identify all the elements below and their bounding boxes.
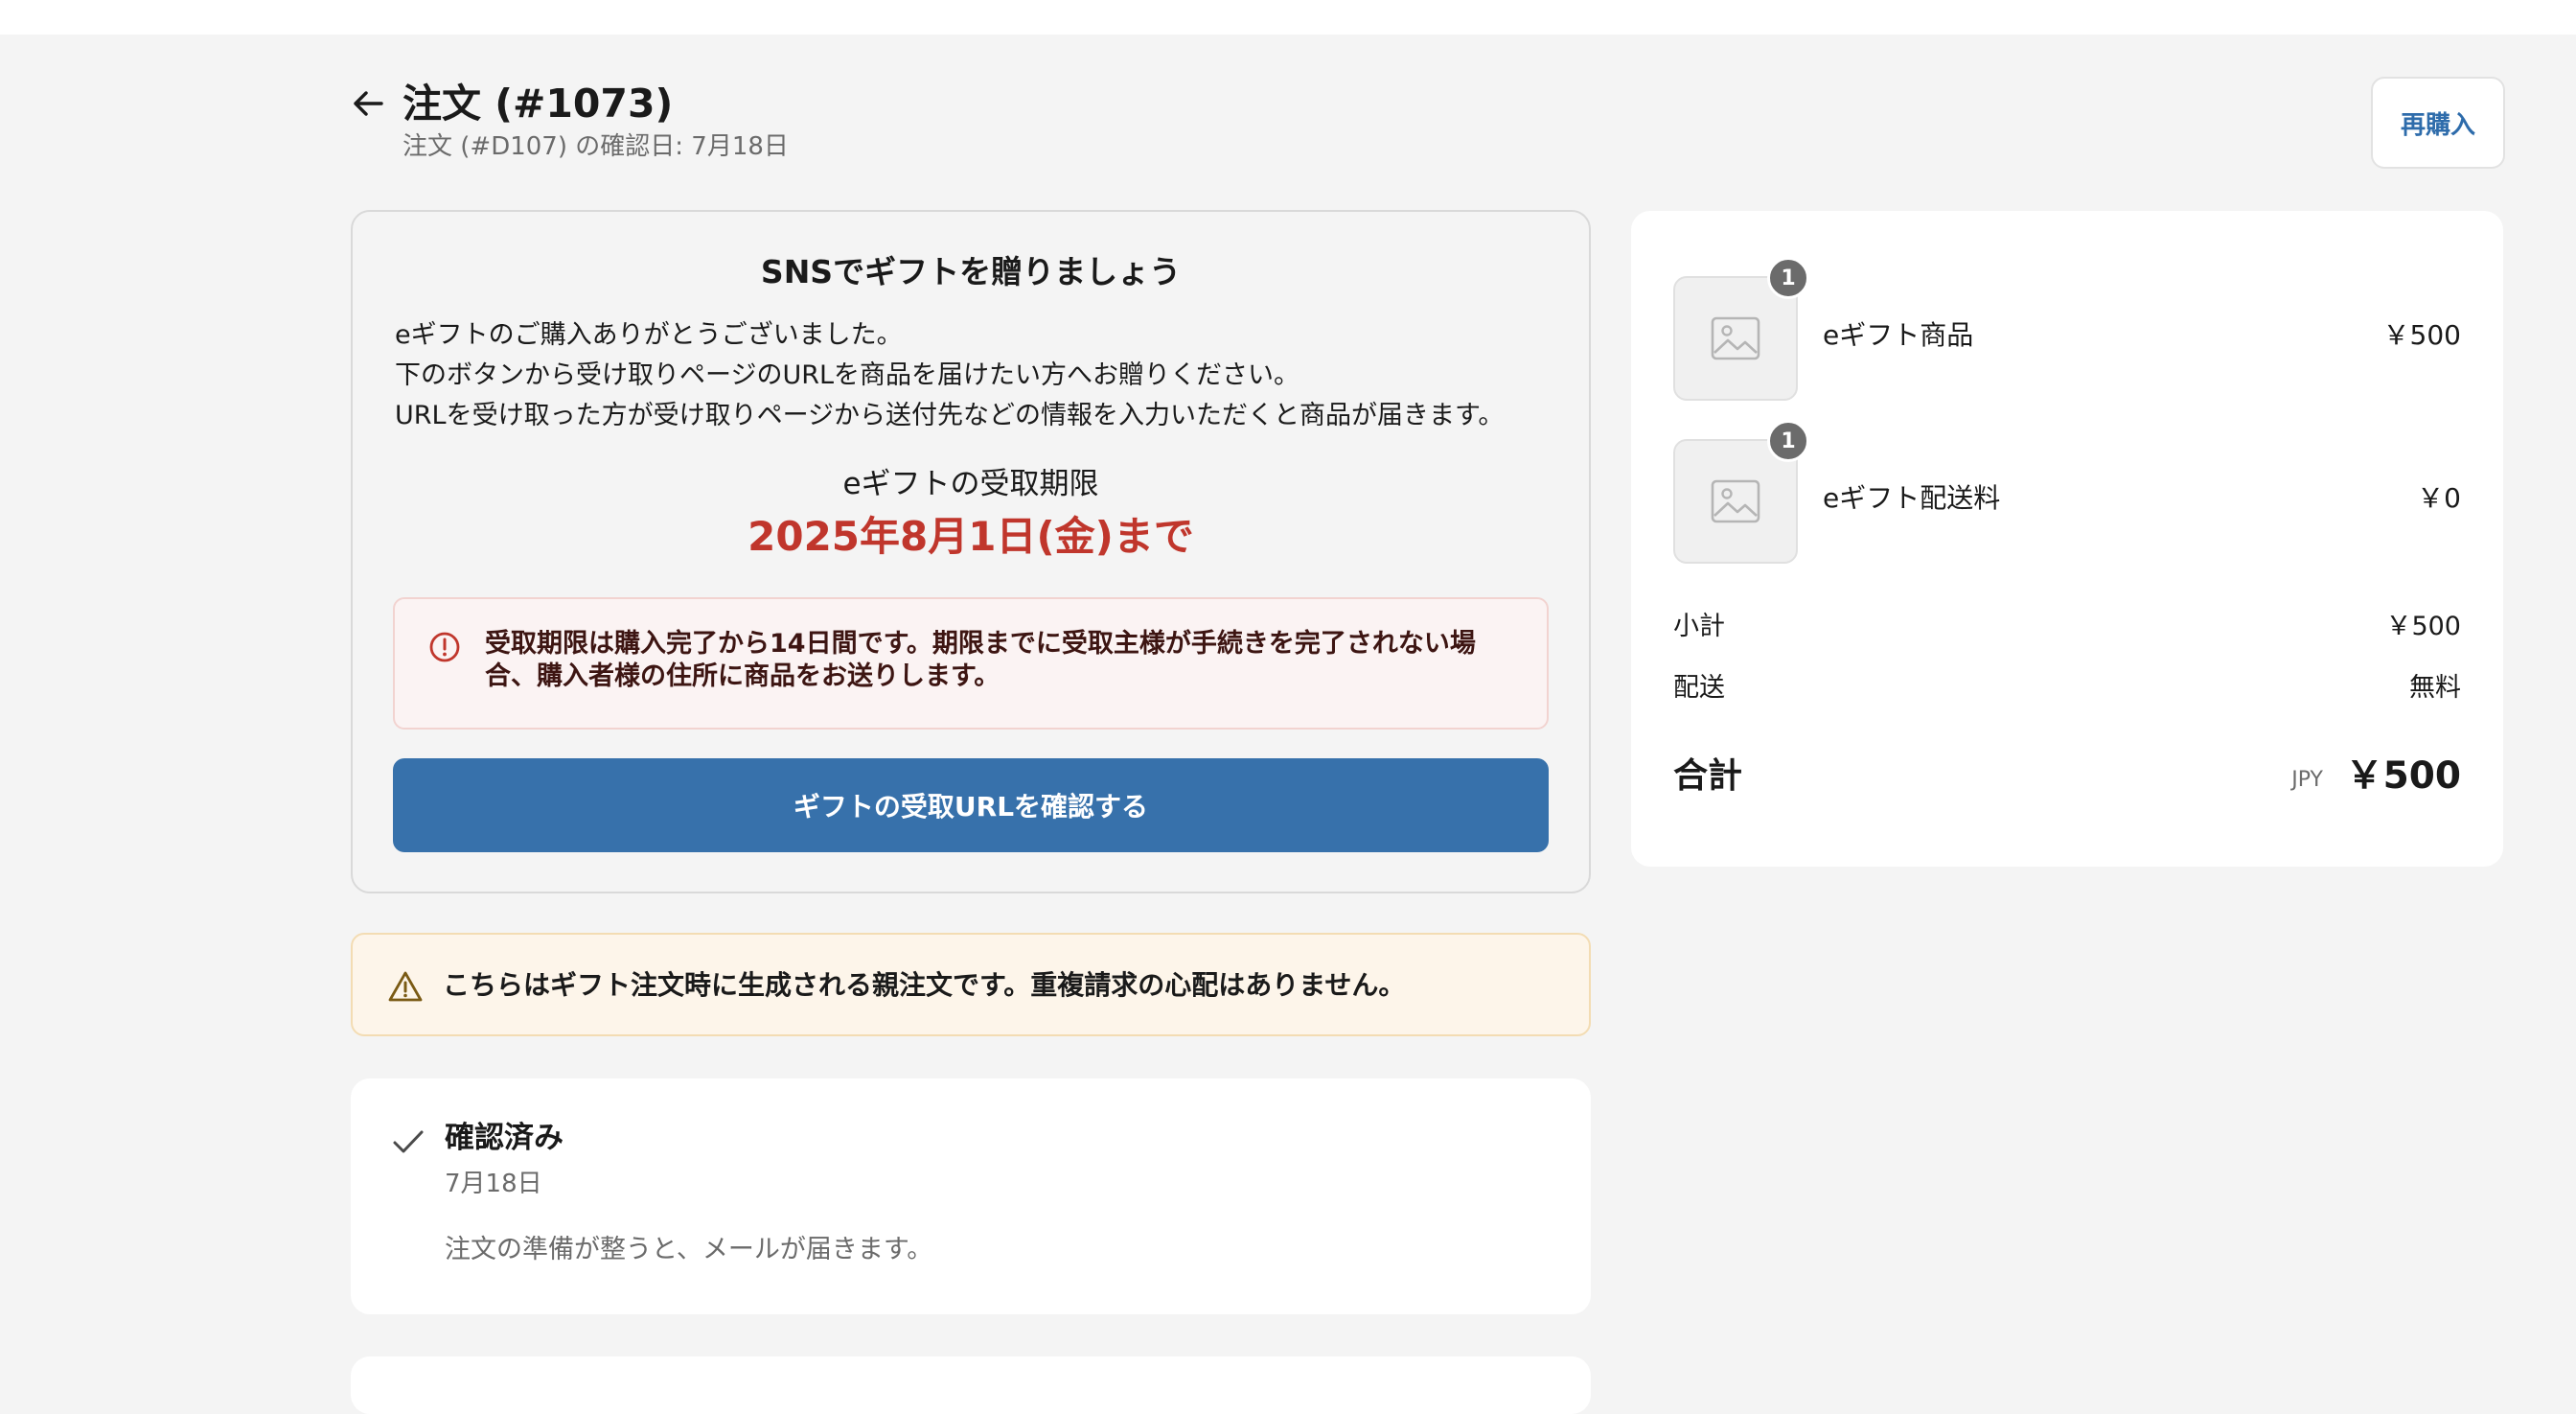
parent-order-notice: こちらはギフト注文時に生成される親注文です。重複請求の心配はありません。 (351, 933, 1591, 1036)
order-summary-card: 1 eギフト商品 ￥500 1 eギフト配送料 ￥0 小計 ￥500 配送 無料… (1631, 211, 2503, 867)
shipping-row: 配送 無料 (1673, 669, 2461, 707)
gift-url-button[interactable]: ギフトの受取URLを確認する (393, 758, 1549, 852)
gift-description-line: eギフトのご購入ありがとうございました。 (395, 320, 903, 350)
subtotal-row: 小計 ￥500 (1673, 608, 2461, 646)
gift-description: eギフトのご購入ありがとうございました。 下のボタンから受け取りページのURLを… (395, 315, 1564, 436)
top-bar (0, 0, 2576, 35)
next-card (351, 1356, 1591, 1414)
gift-card: SNSでギフトを贈りましょう eギフトのご購入ありがとうございました。 下のボタ… (351, 210, 1591, 893)
gift-description-line: 下のボタンから受け取りページのURLを商品を届けたい方へお贈りください。 (395, 360, 1300, 390)
item-price: ￥500 (2382, 319, 2461, 351)
rebuy-button[interactable]: 再購入 (2371, 77, 2505, 169)
deadline-notice-text: 受取期限は購入完了から14日間です。期限までに受取主様が手続きを完了されない場合… (485, 629, 1476, 691)
gift-description-line: URLを受け取った方が受け取りページから送付先などの情報を入力いただくと商品が届… (395, 401, 1505, 430)
line-item: 1 eギフト商品 ￥500 (1673, 257, 2461, 401)
item-price: ￥0 (2417, 482, 2461, 514)
warning-triangle-icon (388, 971, 423, 1002)
order-status-card: 確認済み 7月18日 注文の準備が整うと、メールが届きます。 (351, 1078, 1591, 1314)
subtotal-value: ￥500 (2385, 612, 2461, 641)
alert-circle-icon (429, 632, 460, 662)
image-placeholder-icon (1711, 316, 1760, 360)
quantity-badge: 1 (1767, 420, 1809, 462)
quantity-badge: 1 (1767, 257, 1809, 299)
total-row: 合計 JPY ￥500 (1673, 750, 2461, 803)
item-name: eギフト配送料 (1823, 482, 2001, 514)
back-arrow-icon[interactable] (349, 84, 387, 123)
parent-notice-text: こちらはギフト注文時に生成される親注文です。重複請求の心配はありません。 (443, 969, 1406, 1001)
status-title: 確認済み (445, 1121, 564, 1155)
subtotal-label: 小計 (1673, 612, 1725, 641)
deadline-notice: 受取期限は購入完了から14日間です。期限までに受取主様が手続きを完了されない場合… (393, 597, 1549, 730)
page-subtitle: 注文 (#D107) の確認日: 7月18日 (402, 132, 789, 161)
item-name: eギフト商品 (1823, 319, 1974, 351)
shipping-label: 配送 (1673, 673, 1725, 703)
deadline-date: 2025年8月1日(金)まで (748, 513, 1194, 560)
page-title: 注文 (#1073) (402, 81, 674, 127)
total-label: 合計 (1673, 756, 1743, 796)
shipping-value: 無料 (2409, 673, 2461, 703)
deadline-label: eギフトの受取期限 (842, 467, 1099, 501)
check-icon (393, 1130, 424, 1153)
status-message: 注文の準備が整うと、メールが届きます。 (445, 1235, 933, 1264)
status-date: 7月18日 (445, 1170, 542, 1198)
line-item: 1 eギフト配送料 ￥0 (1673, 420, 2461, 564)
image-placeholder-icon (1711, 479, 1760, 523)
total-currency: JPY (2291, 768, 2323, 792)
gift-heading: SNSでギフトを贈りましょう (760, 253, 1182, 290)
total-value: ￥500 (2345, 754, 2461, 798)
